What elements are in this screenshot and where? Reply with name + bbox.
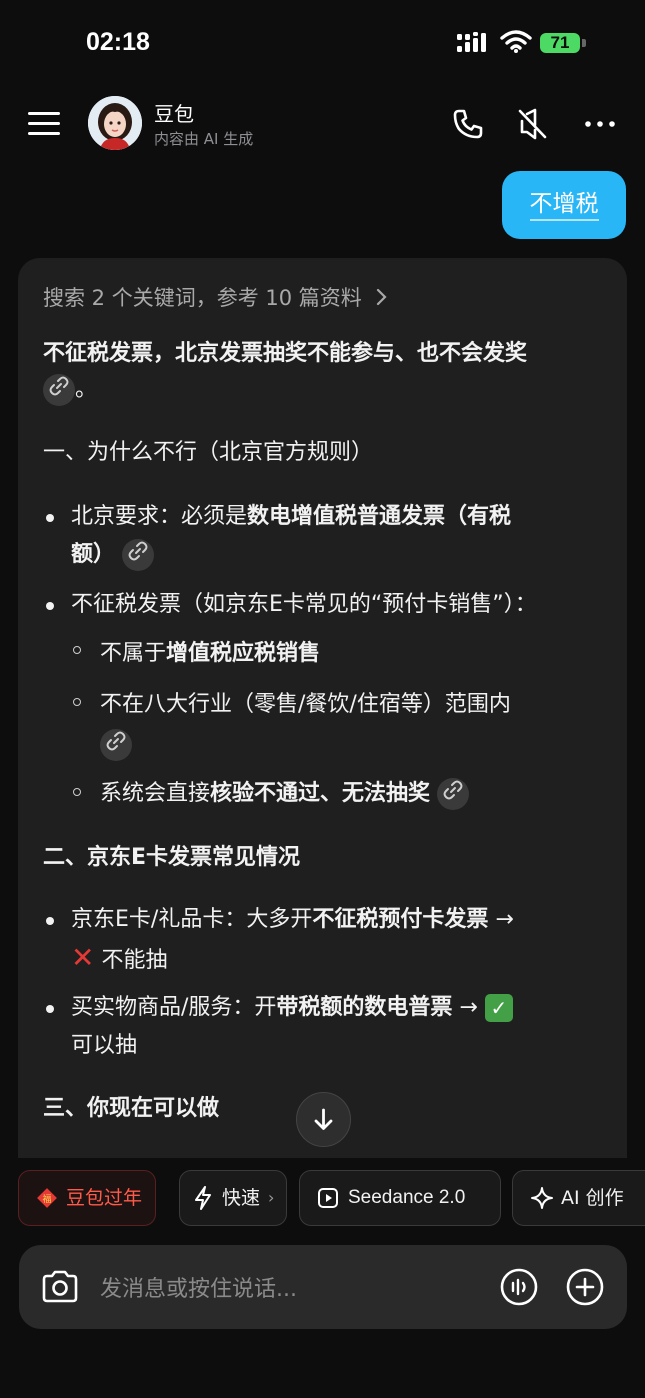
section-heading-3: 三、你现在可以做 — [43, 1096, 220, 1121]
reference-link-icon[interactable] — [122, 539, 155, 571]
chevron-right-icon — [377, 288, 388, 306]
sub-bullet-2: 不在八大行业（零售/餐饮/住宿等）范围内 — [100, 692, 511, 717]
bullet-dot — [46, 1005, 54, 1013]
bot-name: 豆包 — [154, 102, 194, 126]
camera-icon[interactable] — [40, 1269, 80, 1305]
chip-label: AI 创作 — [561, 1187, 624, 1209]
bullet-dot — [46, 514, 54, 522]
bullet-bold-text: 不征税预付卡发票 — [312, 907, 489, 932]
sub-bullet-ring — [73, 788, 81, 796]
bullet-arrow: → — [488, 907, 514, 932]
bullet-jd-card-cont: ✕ 不能抽 — [71, 940, 167, 979]
summary-line: 不征税发票，北京发票抽奖不能参与、也不会发奖 — [43, 341, 528, 366]
clock: 02:18 — [86, 28, 150, 56]
sub-bullet-text: 不属于 — [100, 641, 167, 666]
sub-bullet-text: 系统会直接 — [100, 781, 211, 806]
section-heading-1: 一、为什么不行（北京官方规则） — [43, 440, 374, 465]
user-message-bubble[interactable]: 不增税 — [502, 171, 626, 239]
sub-bullet-ring — [73, 646, 81, 654]
chip-label: 豆包过年 — [66, 1187, 143, 1209]
arrow-down-icon — [314, 1108, 333, 1130]
bullet-physical-goods-cont: 可以抽 — [71, 1033, 138, 1058]
bullet-text: 买实物商品/服务：开 — [71, 995, 277, 1020]
search-references-row[interactable]: 搜索 2 个关键词，参考 10 篇资料 — [43, 282, 390, 312]
speaker-muted-icon[interactable] — [515, 106, 551, 142]
bot-avatar[interactable] — [88, 96, 142, 150]
reference-link-icon[interactable] — [100, 729, 132, 761]
fortune-icon: 福 — [37, 1188, 57, 1208]
battery-indicator: 71 — [540, 33, 580, 53]
menu-button[interactable] — [28, 110, 62, 136]
chip-seedance[interactable]: Seedance 2.0 — [299, 1170, 501, 1226]
reference-link-icon[interactable] — [43, 374, 75, 406]
summary-end: 。 — [75, 377, 98, 402]
bullet-dot — [46, 917, 54, 925]
message-input-bar[interactable]: 发消息或按住说话... — [19, 1245, 627, 1329]
chip-label: 快速 — [222, 1187, 261, 1209]
search-summary: 搜索 2 个关键词，参考 10 篇资料 — [43, 286, 362, 310]
cellular-signal-icon — [457, 32, 486, 52]
bullet-beijing-requirement-cont: 额） — [71, 537, 155, 573]
reference-link-icon[interactable] — [437, 778, 470, 810]
chip-fast-mode[interactable]: 快速 › — [179, 1170, 287, 1226]
phone-call-icon[interactable] — [450, 106, 486, 142]
plus-icon[interactable] — [565, 1267, 605, 1307]
bullet-physical-goods: 买实物商品/服务：开带税额的数电普票 → ✓ — [71, 990, 513, 1026]
section-heading-2: 二、京东E卡发票常见情况 — [43, 845, 301, 870]
bullet-bold-text: 额） — [71, 542, 116, 567]
bullet-non-taxable: 不征税发票（如京东E卡常见的“预付卡销售”）： — [71, 592, 537, 617]
scroll-to-bottom-button[interactable] — [296, 1092, 351, 1147]
bullet-jd-card: 京东E卡/礼品卡：大多开不征税预付卡发票 → — [71, 902, 514, 938]
chevron-right-icon: › — [268, 1188, 275, 1207]
wifi-icon — [500, 30, 532, 53]
check-mark-icon: ✓ — [484, 994, 513, 1022]
sub-bullet-ring — [73, 698, 81, 706]
bullet-text: 不能抽 — [94, 948, 168, 973]
sparkle-icon — [531, 1187, 553, 1209]
bullet-text: 京东E卡/礼品卡：大多开 — [71, 907, 313, 932]
battery-cap — [582, 39, 586, 47]
sub-bullet-bold: 核验不通过、无法抽奖 — [210, 781, 431, 806]
user-message-text: 不增税 — [529, 191, 599, 221]
more-options-icon[interactable] — [582, 106, 618, 142]
quick-actions-row: 福 豆包过年 快速 › Seedance 2.0 AI 创作 — [0, 1170, 645, 1226]
bullet-bold-text: 数电增值税普通发票（有税 — [247, 504, 512, 529]
ai-generated-note: 内容由 AI 生成 — [154, 130, 254, 148]
chat-header: 豆包 内容由 AI 生成 — [0, 86, 645, 162]
cross-mark-icon: ✕ — [71, 941, 95, 974]
message-input-placeholder[interactable]: 发消息或按住说话... — [100, 1271, 297, 1303]
sub-bullet-bold: 增值税应税销售 — [166, 641, 321, 666]
bullet-beijing-requirement: 北京要求：必须是数电增值税普通发票（有税 — [71, 499, 511, 535]
status-bar: 02:18 71 — [0, 0, 645, 86]
chip-doubao-new-year[interactable]: 福 豆包过年 — [18, 1170, 156, 1226]
bullet-text: 北京要求：必须是 — [71, 504, 248, 529]
svg-text:福: 福 — [42, 1193, 51, 1205]
lightning-icon — [195, 1186, 211, 1210]
voice-call-icon[interactable] — [499, 1267, 539, 1307]
summary-line-2: 。 — [43, 372, 97, 408]
avatar-illustration — [88, 96, 142, 150]
bullet-arrow: → — [452, 995, 478, 1020]
chip-label: Seedance 2.0 — [348, 1187, 466, 1208]
assistant-answer-card: 搜索 2 个关键词，参考 10 篇资料 不征税发票，北京发票抽奖不能参与、也不会… — [18, 258, 627, 1158]
sub-bullet-3: 系统会直接核验不通过、无法抽奖 — [100, 776, 470, 812]
video-play-icon — [318, 1188, 338, 1208]
sub-bullet-1: 不属于增值税应税销售 — [100, 636, 320, 672]
sub-bullet-2-cont — [100, 727, 132, 763]
chip-ai-create[interactable]: AI 创作 — [512, 1170, 645, 1226]
bullet-dot — [46, 602, 54, 610]
bullet-bold-text: 带税额的数电普票 — [276, 995, 453, 1020]
